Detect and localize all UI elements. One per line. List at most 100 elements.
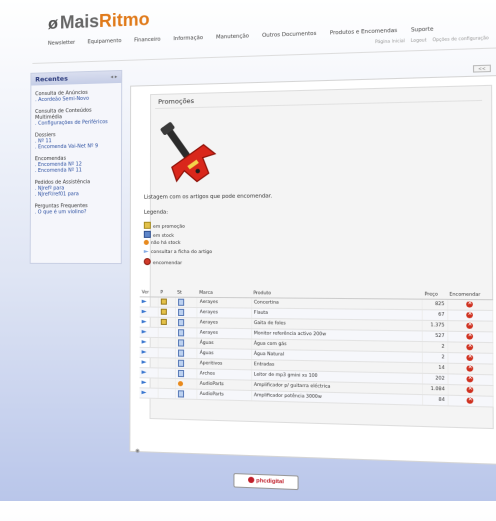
view-cell[interactable]	[139, 357, 159, 368]
order-button-icon[interactable]	[466, 343, 474, 350]
view-arrow-icon[interactable]	[142, 299, 147, 304]
stock-cell	[175, 347, 198, 359]
brand-part1: Mais	[59, 11, 100, 33]
order-button-icon[interactable]	[466, 300, 474, 308]
view-arrow-icon[interactable]	[142, 349, 147, 354]
sidebar-controls-icon[interactable]: ◂ ▸	[111, 71, 118, 83]
stock-icon	[177, 390, 184, 398]
view-arrow-icon[interactable]	[142, 309, 147, 314]
nav-item-equipamento[interactable]: Equipamento	[87, 38, 121, 45]
preco-cell: 1.375	[422, 320, 448, 332]
legend-item-no-stock: não há stock	[143, 239, 212, 249]
sidebar-recentes: Recentes ◂ ▸ Consulta de Anúncios . Acor…	[29, 69, 123, 265]
legend-label: encomendar	[152, 261, 183, 267]
promo-cell	[158, 297, 176, 308]
view-cell[interactable]	[139, 377, 159, 389]
promo-cell	[158, 367, 175, 379]
legend-label: não há stock	[150, 240, 181, 246]
legend: em promoção em stock não há stock consul…	[143, 221, 212, 267]
nav-item-outros-documentos[interactable]: Outros Documentos	[262, 31, 316, 39]
brand-logo[interactable]: ø MaisRitmo	[48, 9, 150, 34]
stock-icon	[177, 319, 184, 327]
collapse-button[interactable]: <<	[472, 64, 491, 73]
encomendar-cell[interactable]	[447, 320, 493, 332]
stock-cell	[174, 378, 198, 390]
view-arrow-icon[interactable]	[142, 390, 147, 395]
sidebar-link[interactable]: . NJrefº/ref01 para	[35, 191, 117, 197]
sidebar-group-multimedia: Consulta de Conteúdos Multimédia . Confi…	[31, 107, 121, 127]
order-button-icon[interactable]	[466, 311, 474, 318]
order-button-icon[interactable]	[466, 396, 474, 404]
products-table: Ver P St Marca Produto Preço Encomendar …	[139, 289, 494, 408]
marca-cell: Aerayes	[197, 307, 252, 319]
order-button-icon[interactable]	[466, 375, 474, 382]
preco-cell: 527	[422, 330, 448, 342]
nav-item-manutencao[interactable]: Manutenção	[216, 33, 249, 40]
view-arrow-icon[interactable]	[142, 319, 147, 324]
subnav-settings-link[interactable]: Opções de configuração	[432, 35, 488, 42]
nav-item-produtos-encomendas[interactable]: Produtos e Encomendas	[330, 28, 397, 37]
legend-item-view: consultar a ficha do artigo	[144, 249, 212, 258]
logo-mark-icon: ø	[47, 13, 59, 33]
view-cell[interactable]	[139, 317, 159, 328]
view-cell[interactable]	[139, 306, 159, 318]
sidebar-link[interactable]: . Encomenda Nº 11	[35, 167, 117, 174]
sidebar-group-encomendas: Encomendas . Encomenda Nº 12 . Encomenda…	[31, 155, 121, 174]
nav-item-financeiro[interactable]: Financeiro	[134, 37, 161, 44]
stock-cell	[175, 307, 198, 318]
preco-cell: 67	[422, 309, 448, 321]
view-arrow-icon[interactable]	[142, 339, 147, 344]
view-cell[interactable]	[139, 327, 159, 338]
subnav-home-link[interactable]: Página Inicial	[375, 38, 405, 44]
sidebar-link[interactable]: . O que é um violino?	[35, 209, 117, 215]
sidebar-header: Recentes ◂ ▸	[31, 70, 122, 86]
sidebar-link[interactable]: . Acordeão Semi-Novo	[35, 95, 117, 103]
no-stock-icon	[143, 239, 149, 245]
no-stock-icon	[177, 380, 183, 386]
nav-item-newsletter[interactable]: Newsletter	[48, 40, 75, 47]
promo-icon	[160, 308, 167, 316]
stock-cell	[174, 358, 198, 369]
order-button-icon[interactable]	[466, 353, 474, 361]
promo-cell	[158, 307, 176, 318]
view-cell[interactable]	[139, 296, 159, 308]
encomendar-cell[interactable]	[447, 341, 493, 354]
view-cell[interactable]	[139, 347, 159, 358]
nav-item-suporte[interactable]: Suporte	[411, 26, 433, 33]
view-arrow-icon[interactable]	[142, 360, 147, 365]
promo-icon	[160, 298, 167, 305]
encomendar-cell[interactable]	[447, 331, 493, 343]
sidebar-link[interactable]: . Configurações de Periféricos	[35, 119, 117, 127]
view-arrow-icon[interactable]	[142, 329, 147, 334]
view-arrow-icon	[144, 249, 149, 254]
promo-cell	[158, 357, 176, 369]
stock-cell	[175, 337, 198, 349]
phc-badge[interactable]: phcdigital	[233, 473, 299, 491]
col-promo: P	[158, 289, 176, 298]
view-cell[interactable]	[139, 387, 159, 399]
promo-cell	[158, 327, 176, 338]
nav-item-informacao[interactable]: Informação	[173, 35, 203, 42]
view-cell[interactable]	[139, 337, 159, 348]
promo-cell	[158, 317, 176, 328]
encomendar-cell[interactable]	[447, 309, 493, 322]
order-button-icon[interactable]	[466, 332, 474, 340]
stock-cell	[175, 327, 198, 339]
intro-text: Listagem com os artigos que pode encomen…	[143, 193, 273, 201]
view-arrow-icon[interactable]	[142, 380, 147, 385]
order-button-icon[interactable]	[466, 364, 474, 372]
view-cell[interactable]	[139, 367, 159, 379]
marca-cell: AudioParts	[197, 389, 252, 401]
sidebar-link[interactable]: . Encomenda Vai-Net Nº 9	[35, 143, 117, 150]
order-button-icon[interactable]	[466, 321, 474, 329]
promo-cell	[158, 378, 175, 389]
stock-cell	[175, 317, 198, 328]
encomendar-cell[interactable]	[447, 299, 493, 311]
header-divider	[32, 47, 496, 64]
subnav-logout-link[interactable]: Logout	[411, 37, 427, 43]
encomendar-cell[interactable]	[447, 352, 493, 365]
encomendar-cell[interactable]	[447, 395, 494, 408]
order-button-icon[interactable]	[466, 386, 474, 393]
brand-part2: Ritmo	[99, 9, 150, 31]
view-arrow-icon[interactable]	[142, 370, 147, 375]
